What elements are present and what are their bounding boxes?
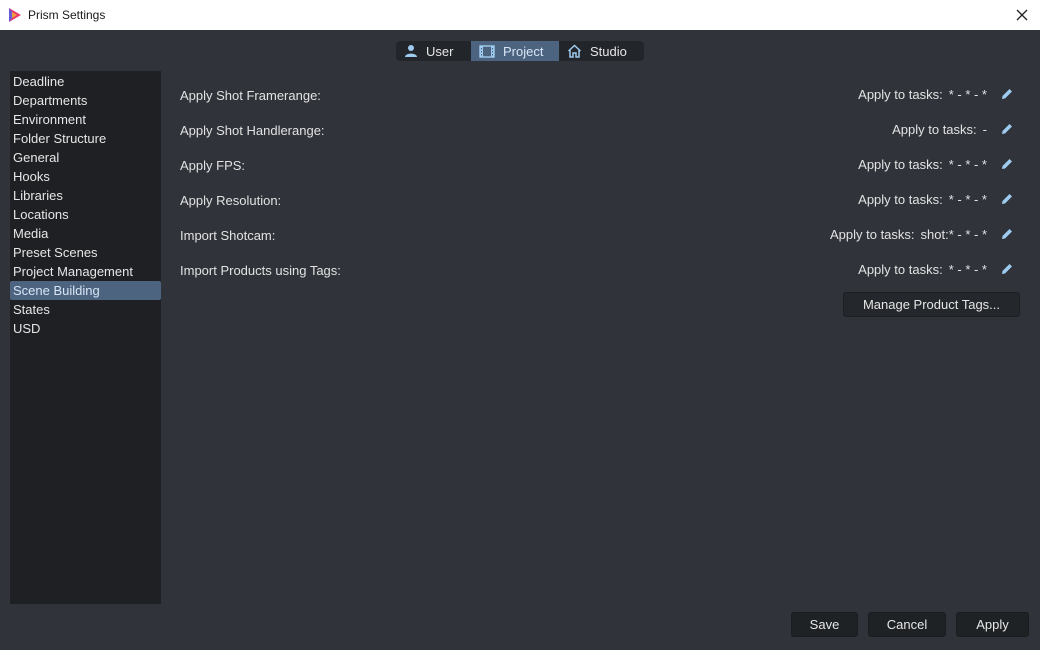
- tasks-value: shot:* - * - *: [920, 226, 987, 242]
- tasks-value: * - * - *: [948, 86, 987, 102]
- setting-label: Apply Shot Handlerange:: [180, 123, 325, 138]
- window-title: Prism Settings: [28, 8, 106, 22]
- home-icon: [567, 44, 582, 58]
- tab-project[interactable]: Project: [471, 41, 559, 61]
- sidebar-item-general[interactable]: General: [10, 148, 161, 167]
- user-icon: [405, 45, 417, 57]
- tasks-value: * - * - *: [948, 156, 987, 172]
- edit-pencil-icon[interactable]: [999, 226, 1015, 242]
- setting-row: Import Shotcam: Apply to tasks: shot:* -…: [180, 225, 1020, 260]
- sidebar-item-folder-structure[interactable]: Folder Structure: [10, 129, 161, 148]
- sidebar-item-deadline[interactable]: Deadline: [10, 72, 161, 91]
- setting-row: Apply FPS: Apply to tasks: * - * - *: [180, 155, 1020, 190]
- sidebar-item-project-management[interactable]: Project Management: [10, 262, 161, 281]
- setting-row: Import Products using Tags: Apply to tas…: [180, 260, 1020, 295]
- apply-to-tasks-label: Apply to tasks:: [858, 191, 943, 207]
- sidebar-item-environment[interactable]: Environment: [10, 110, 161, 129]
- setting-row: Apply Shot Handlerange: Apply to tasks: …: [180, 120, 1020, 155]
- setting-label: Import Products using Tags:: [180, 263, 341, 278]
- tab-studio[interactable]: Studio: [559, 41, 644, 61]
- title-bar: Prism Settings: [0, 0, 1040, 30]
- scene-building-settings: Apply Shot Framerange: Apply to tasks: *…: [180, 85, 1020, 295]
- settings-tabs: User Project Studio: [396, 41, 644, 61]
- film-icon: [479, 44, 495, 58]
- sidebar-item-libraries[interactable]: Libraries: [10, 186, 161, 205]
- setting-label: Apply Resolution:: [180, 193, 282, 208]
- apply-to-tasks-label: Apply to tasks:: [858, 261, 943, 277]
- sidebar-item-departments[interactable]: Departments: [10, 91, 161, 110]
- manage-product-tags-button[interactable]: Manage Product Tags...: [843, 292, 1020, 317]
- setting-row: Apply Shot Framerange: Apply to tasks: *…: [180, 85, 1020, 120]
- cancel-button[interactable]: Cancel: [868, 612, 946, 637]
- setting-label: Apply FPS:: [180, 158, 246, 173]
- apply-to-tasks-label: Apply to tasks:: [858, 86, 943, 102]
- sidebar-item-states[interactable]: States: [10, 300, 161, 319]
- sidebar-item-scene-building[interactable]: Scene Building: [10, 281, 161, 300]
- sidebar-item-usd[interactable]: USD: [10, 319, 161, 338]
- edit-pencil-icon[interactable]: [999, 156, 1015, 172]
- setting-label: Apply Shot Framerange:: [180, 88, 321, 103]
- apply-button[interactable]: Apply: [956, 612, 1029, 637]
- save-button[interactable]: Save: [791, 612, 858, 637]
- edit-pencil-icon[interactable]: [999, 86, 1015, 102]
- prism-logo-icon: [9, 8, 21, 22]
- tasks-value: * - * - *: [948, 191, 987, 207]
- tab-project-label: Project: [503, 43, 544, 59]
- apply-to-tasks-label: Apply to tasks:: [858, 156, 943, 172]
- apply-to-tasks-label: Apply to tasks:: [829, 226, 915, 242]
- tab-user-label: User: [426, 43, 454, 59]
- settings-category-list: Deadline Departments Environment Folder …: [10, 71, 161, 604]
- tab-user[interactable]: User: [396, 41, 471, 61]
- sidebar-item-media[interactable]: Media: [10, 224, 161, 243]
- tab-studio-label: Studio: [590, 43, 627, 59]
- sidebar-item-hooks[interactable]: Hooks: [10, 167, 161, 186]
- sidebar-item-preset-scenes[interactable]: Preset Scenes: [10, 243, 161, 262]
- edit-pencil-icon[interactable]: [999, 191, 1015, 207]
- tasks-value: -: [982, 121, 987, 137]
- edit-pencil-icon[interactable]: [999, 121, 1015, 137]
- tasks-value: * - * - *: [948, 261, 987, 277]
- setting-label: Import Shotcam:: [180, 228, 276, 243]
- close-icon[interactable]: [1012, 5, 1032, 25]
- setting-row: Apply Resolution: Apply to tasks: * - * …: [180, 190, 1020, 225]
- apply-to-tasks-label: Apply to tasks:: [892, 121, 977, 137]
- sidebar-item-locations[interactable]: Locations: [10, 205, 161, 224]
- edit-pencil-icon[interactable]: [999, 261, 1015, 277]
